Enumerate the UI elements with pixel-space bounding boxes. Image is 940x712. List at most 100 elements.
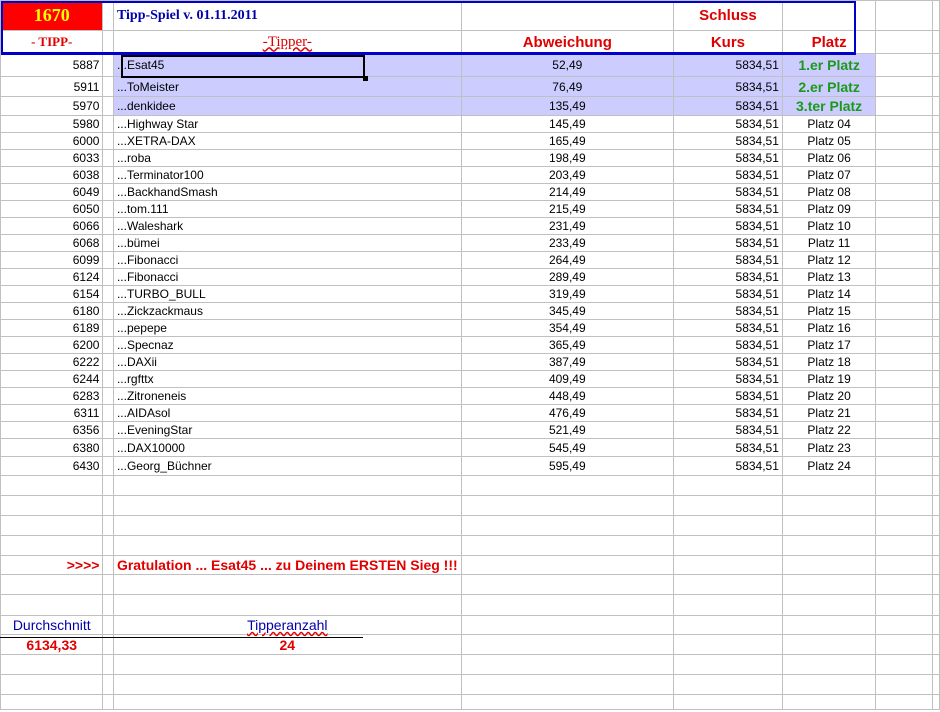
platz-cell[interactable]: Platz 17 bbox=[781, 336, 877, 354]
tipp-cell[interactable]: 6068 bbox=[0, 234, 104, 252]
abweichung-cell[interactable]: 76,49 bbox=[460, 76, 674, 97]
cell[interactable] bbox=[672, 475, 783, 496]
cell[interactable] bbox=[102, 495, 114, 516]
platz-cell[interactable]: Platz 08 bbox=[781, 183, 877, 201]
cell[interactable] bbox=[102, 132, 114, 150]
platz-cell[interactable]: Platz 11 bbox=[781, 234, 877, 252]
cell[interactable] bbox=[102, 615, 114, 635]
cell[interactable] bbox=[0, 674, 104, 695]
tipper-cell[interactable]: ...tom.111 bbox=[112, 200, 462, 218]
cell[interactable] bbox=[781, 0, 877, 31]
cell[interactable] bbox=[460, 574, 674, 595]
number-cell[interactable]: 1670 bbox=[0, 0, 104, 31]
abweichung-cell[interactable]: 595,49 bbox=[460, 456, 674, 476]
platz-cell[interactable]: Platz 04 bbox=[781, 115, 877, 133]
tipper-cell[interactable]: ...BackhandSmash bbox=[112, 183, 462, 201]
cell[interactable] bbox=[460, 674, 674, 695]
platz-cell[interactable]: Platz 24 bbox=[781, 456, 877, 476]
cell[interactable] bbox=[460, 0, 674, 31]
tipper-cell[interactable]: ...Fibonacci bbox=[112, 251, 462, 269]
cell[interactable] bbox=[875, 654, 933, 675]
tipper-cell[interactable]: ...EveningStar bbox=[112, 421, 462, 439]
cell[interactable] bbox=[781, 674, 877, 695]
tipper-cell[interactable]: ...pepepe bbox=[112, 319, 462, 337]
cell[interactable] bbox=[102, 555, 114, 575]
platz-cell[interactable]: Platz 05 bbox=[781, 132, 877, 150]
cell[interactable] bbox=[875, 132, 933, 150]
cell[interactable] bbox=[875, 674, 933, 695]
cell[interactable] bbox=[0, 654, 104, 675]
cell[interactable] bbox=[460, 495, 674, 516]
cell[interactable] bbox=[875, 251, 933, 269]
tipper-cell[interactable]: ...Specnaz bbox=[112, 336, 462, 354]
platz-cell[interactable]: 1.er Platz bbox=[781, 53, 877, 77]
cell[interactable] bbox=[0, 574, 104, 595]
cell[interactable] bbox=[781, 495, 877, 516]
abweichung-cell[interactable]: 448,49 bbox=[460, 387, 674, 405]
cell[interactable] bbox=[112, 694, 462, 710]
tipper-cell[interactable]: ...Terminator100 bbox=[112, 166, 462, 184]
cell[interactable] bbox=[875, 456, 933, 476]
cell[interactable] bbox=[931, 456, 940, 476]
cell[interactable] bbox=[931, 53, 940, 77]
cell[interactable] bbox=[102, 302, 114, 320]
tipper-cell[interactable]: ...denkidee bbox=[112, 96, 462, 116]
tipp-cell[interactable]: 6000 bbox=[0, 132, 104, 150]
tipper-cell[interactable]: ...Zitroneneis bbox=[112, 387, 462, 405]
tipper-cell[interactable]: ...TURBO_BULL bbox=[112, 285, 462, 303]
tipper-cell[interactable]: ...Zickzackmaus bbox=[112, 302, 462, 320]
cell[interactable] bbox=[931, 515, 940, 536]
cell[interactable] bbox=[781, 615, 877, 635]
abweichung-cell[interactable]: 354,49 bbox=[460, 319, 674, 337]
tipp-cell[interactable]: 6380 bbox=[0, 438, 104, 457]
kurs-cell[interactable]: 5834,51 bbox=[672, 251, 783, 269]
cell[interactable] bbox=[931, 694, 940, 710]
cell[interactable] bbox=[102, 0, 114, 31]
cell[interactable] bbox=[931, 166, 940, 184]
abweichung-cell[interactable]: 165,49 bbox=[460, 132, 674, 150]
platz-cell[interactable]: 3.ter Platz bbox=[781, 96, 877, 116]
platz-cell[interactable]: Platz 15 bbox=[781, 302, 877, 320]
abweichung-cell[interactable]: 409,49 bbox=[460, 370, 674, 388]
kurs-cell[interactable]: 5834,51 bbox=[672, 76, 783, 97]
tipper-count-label[interactable]: Tipperanzahl bbox=[112, 615, 462, 635]
cell[interactable] bbox=[931, 268, 940, 286]
cell[interactable] bbox=[102, 353, 114, 371]
cell[interactable] bbox=[875, 634, 933, 655]
cell[interactable] bbox=[875, 353, 933, 371]
cell[interactable] bbox=[931, 654, 940, 675]
cell[interactable] bbox=[875, 615, 933, 635]
tipp-cell[interactable]: 5980 bbox=[0, 115, 104, 133]
abweichung-cell[interactable]: 198,49 bbox=[460, 149, 674, 167]
cell[interactable] bbox=[875, 30, 933, 54]
cell[interactable] bbox=[875, 594, 933, 616]
abweichung-cell[interactable]: 145,49 bbox=[460, 115, 674, 133]
kurs-cell[interactable]: 5834,51 bbox=[672, 438, 783, 457]
cell[interactable] bbox=[781, 475, 877, 496]
abweichung-cell[interactable]: 203,49 bbox=[460, 166, 674, 184]
cell[interactable] bbox=[102, 53, 114, 77]
cell[interactable] bbox=[875, 166, 933, 184]
platz-cell[interactable]: Platz 09 bbox=[781, 200, 877, 218]
tipper-cell[interactable]: ...bümei bbox=[112, 234, 462, 252]
tipp-cell[interactable]: 6154 bbox=[0, 285, 104, 303]
cell[interactable] bbox=[931, 149, 940, 167]
cell[interactable] bbox=[875, 200, 933, 218]
cell[interactable] bbox=[102, 268, 114, 286]
cell[interactable] bbox=[672, 535, 783, 556]
cell[interactable] bbox=[931, 96, 940, 116]
cell[interactable] bbox=[931, 495, 940, 516]
cell[interactable] bbox=[102, 654, 114, 675]
kurs-cell[interactable]: 5834,51 bbox=[672, 200, 783, 218]
cell[interactable] bbox=[0, 475, 104, 496]
cell[interactable] bbox=[875, 370, 933, 388]
cell[interactable] bbox=[875, 234, 933, 252]
cell[interactable] bbox=[875, 515, 933, 536]
tipp-cell[interactable]: 6180 bbox=[0, 302, 104, 320]
cell[interactable] bbox=[875, 438, 933, 457]
cell[interactable] bbox=[931, 132, 940, 150]
cell[interactable] bbox=[102, 319, 114, 337]
cell[interactable] bbox=[102, 574, 114, 595]
platz-cell[interactable]: Platz 14 bbox=[781, 285, 877, 303]
cell[interactable] bbox=[102, 285, 114, 303]
